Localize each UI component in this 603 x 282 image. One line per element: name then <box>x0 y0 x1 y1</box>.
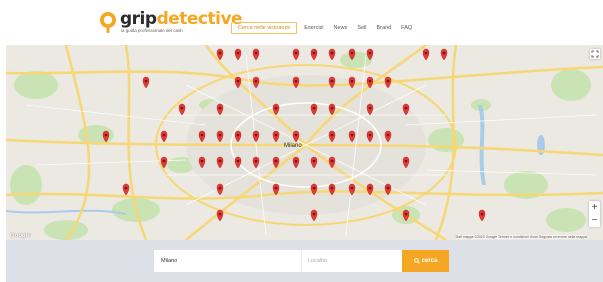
search-button-label: cerca <box>421 258 438 264</box>
map-marker-dot <box>294 133 298 137</box>
map-marker-dot <box>180 106 184 110</box>
nav-item-news[interactable]: News <box>329 23 353 33</box>
map-marker-dot <box>254 79 258 83</box>
map-marker-dot <box>350 51 354 55</box>
map-marker-dot <box>386 186 390 190</box>
map-marker-dot <box>236 79 240 83</box>
fullscreen-icon <box>591 50 599 58</box>
map-marker-dot <box>294 51 298 55</box>
map-marker-dot <box>294 159 298 163</box>
map-marker-dot <box>368 106 372 110</box>
nav-item-esercizi[interactable]: Esercizi <box>299 23 328 33</box>
map-marker-dot <box>442 51 446 55</box>
zoom-in-button[interactable]: + <box>589 201 600 214</box>
map-marker-dot <box>312 212 316 216</box>
brand-logo[interactable]: gripdetective la guida professionale del… <box>98 10 243 38</box>
map-canvas[interactable]: Milano <box>6 45 603 240</box>
map-marker-dot <box>368 51 372 55</box>
search-form: cerca <box>154 250 449 272</box>
map-marker-dot <box>404 159 408 163</box>
map-marker-dot <box>162 133 166 137</box>
search-bar: cerca <box>6 240 603 282</box>
brand-name-part1: grip <box>120 9 157 29</box>
map-marker-dot <box>330 159 334 163</box>
map-marker-dot <box>254 51 258 55</box>
brand-tagline: la guida professionale del cash <box>121 28 183 33</box>
nav-item-brand[interactable]: Brand <box>371 23 396 33</box>
map-marker-dot <box>312 186 316 190</box>
map-marker-dot <box>294 79 298 83</box>
map-marker-dot <box>254 133 258 137</box>
map-marker-dot <box>368 79 372 83</box>
map-marker-dot <box>274 106 278 110</box>
map-city-label: Milano <box>284 143 302 149</box>
google-logo: Google <box>10 233 31 239</box>
map-marker-dot <box>274 133 278 137</box>
map-marker-dot <box>350 186 354 190</box>
location-input[interactable] <box>302 250 402 272</box>
map-marker-dot <box>386 79 390 83</box>
map-marker-dot <box>218 212 222 216</box>
map-marker-dot <box>312 51 316 55</box>
magnifier-logo-icon <box>100 12 116 33</box>
main-nav: Cerca nelle vicinanze Esercizi News Sell… <box>231 22 417 34</box>
map-marker-dot <box>200 133 204 137</box>
map-marker-dot <box>124 186 128 190</box>
zoom-control: + − <box>589 201 600 227</box>
map-marker-dot <box>330 133 334 137</box>
search-icon <box>413 258 420 264</box>
map-marker-dot <box>480 212 484 216</box>
map-marker-dot <box>368 133 372 137</box>
map-view[interactable]: Milano + − Google Dati mappa ©2020 Googl… <box>6 45 603 240</box>
map-marker-dot <box>404 106 408 110</box>
map-marker-dot <box>218 159 222 163</box>
nav-item-faq[interactable]: FAQ <box>396 23 417 33</box>
zoom-out-button[interactable]: − <box>589 214 600 227</box>
map-marker-dot <box>218 186 222 190</box>
map-marker-dot <box>330 51 334 55</box>
map-marker-dot <box>274 159 278 163</box>
map-marker-dot <box>236 159 240 163</box>
map-marker-dot <box>144 79 148 83</box>
nav-item-sell[interactable]: Sell <box>352 23 371 33</box>
map-attribution: Dati mappa ©2020 Google Termini e condiz… <box>455 235 587 239</box>
map-marker-dot <box>368 186 372 190</box>
site-header: gripdetective la guida professionale del… <box>0 0 603 45</box>
map-marker-dot <box>218 133 222 137</box>
map-marker-dot <box>162 159 166 163</box>
fullscreen-button[interactable] <box>590 49 600 59</box>
nav-item-nearby[interactable]: Cerca nelle vicinanze <box>231 22 298 34</box>
map-marker-dot <box>330 106 334 110</box>
map-marker-dot <box>236 133 240 137</box>
map-marker-dot <box>200 159 204 163</box>
map-marker-dot <box>404 212 408 216</box>
map-marker-dot <box>312 159 316 163</box>
brand-name-part2: detective <box>156 9 243 29</box>
map-marker-dot <box>330 186 334 190</box>
map-marker-dot <box>350 79 354 83</box>
map-marker-dot <box>274 186 278 190</box>
brand-name: gripdetective <box>120 9 243 29</box>
map-marker-dot <box>218 106 222 110</box>
map-marker-dot <box>236 51 240 55</box>
map-marker-dot <box>254 159 258 163</box>
map-marker-dot <box>330 79 334 83</box>
map-marker-dot <box>218 51 222 55</box>
map-marker-dot <box>104 133 108 137</box>
map-marker-dot <box>312 106 316 110</box>
map-marker-dot <box>424 51 428 55</box>
what-input[interactable] <box>154 250 302 272</box>
map-marker-dot <box>386 133 390 137</box>
search-button[interactable]: cerca <box>402 250 449 272</box>
map-marker-dot <box>350 133 354 137</box>
